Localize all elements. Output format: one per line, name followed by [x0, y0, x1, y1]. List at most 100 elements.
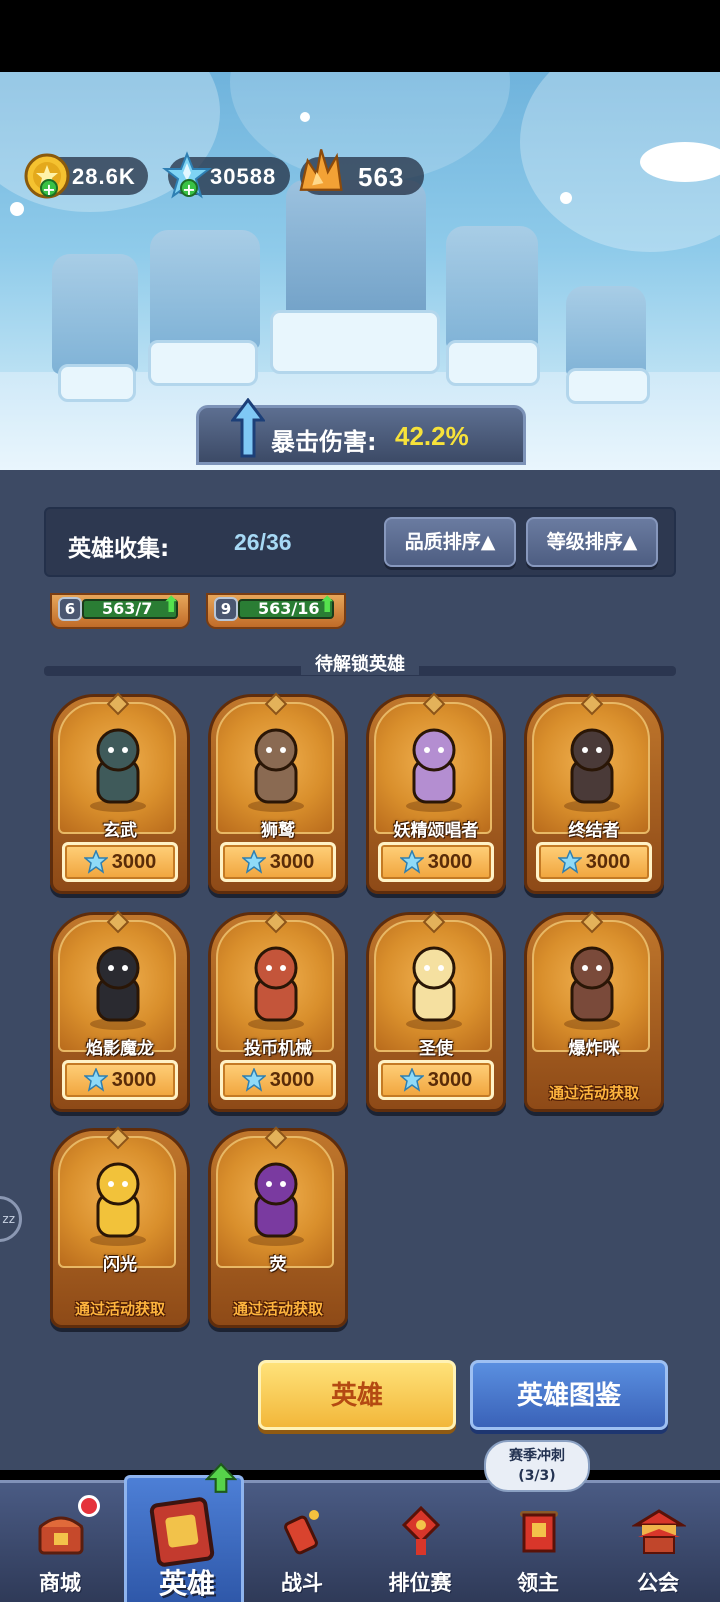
pagoda-icon [632, 1509, 686, 1554]
nav-guild[interactable]: 公会 [598, 1483, 718, 1602]
nav-shop[interactable]: 商城 [0, 1483, 120, 1602]
hero-screen: + 28.6K + 30588 563 暴击伤害: 42.2% 英雄收集: 26… [0, 0, 720, 1602]
hero-card[interactable]: 闪光 通过活动获取 [50, 1126, 190, 1328]
hero-name: 终结者 [568, 821, 620, 841]
status-bar [0, 0, 720, 72]
chinese-knot-icon [401, 1505, 441, 1555]
statue-griffin [150, 230, 260, 350]
hero-portrait-icon [564, 728, 620, 812]
hero-name: 荧 [269, 1255, 287, 1275]
statue-hooded [446, 226, 538, 350]
banner-scroll-icon [520, 1511, 558, 1553]
hero-level: 9 [214, 597, 238, 621]
unlock-price-value: 3000 [427, 1068, 473, 1091]
collection-count: 26/36 [234, 529, 292, 555]
hero-portrait-icon [406, 946, 462, 1030]
statue-robot [566, 286, 646, 378]
hero-portrait-icon [248, 946, 304, 1030]
sort-by-level-button[interactable]: 等级排序▲ [526, 517, 658, 567]
orange-shard-icon [299, 149, 343, 191]
unlock-price-value: 3000 [111, 850, 157, 873]
hero-portrait-icon [406, 728, 462, 812]
unlock-price-button[interactable]: 3000 [220, 842, 336, 882]
hero-name: 妖精颂唱者 [393, 821, 479, 841]
crit-damage-value: 42.2% [395, 421, 469, 451]
upgrade-arrow-icon [205, 1462, 237, 1493]
hero-card[interactable]: 荧通过活动获取 [208, 1126, 348, 1328]
unlock-price-button[interactable]: 3000 [378, 842, 494, 882]
unlock-price-value: 3000 [585, 850, 631, 873]
crystal-icon [241, 850, 266, 874]
add-crystal-icon[interactable]: + [180, 179, 198, 198]
season-sprint-bubble[interactable]: 赛季冲刺 (3/3) [484, 1440, 590, 1492]
nav-ranked-label: 排位赛 [388, 1571, 452, 1595]
hero-card[interactable]: 爆炸咪 通过活动获取 [524, 910, 664, 1112]
hero-card[interactable]: 妖精颂唱者 3000 [366, 692, 506, 894]
crystal-counter[interactable]: + 30588 [162, 151, 290, 199]
hero-level: 6 [58, 597, 82, 621]
owned-hero-card[interactable]: 9 563/16 ⬆ [206, 593, 346, 629]
hero-card[interactable]: 狮鹫 3000 [208, 692, 348, 894]
nav-shop-label: 商城 [39, 1571, 81, 1595]
unlock-price-button[interactable]: 3000 [536, 842, 652, 882]
unlock-price-button[interactable]: 3000 [220, 1060, 336, 1100]
hero-name: 爆炸咪 [568, 1039, 620, 1059]
heroes-button[interactable]: 英雄 [258, 1360, 456, 1430]
hero-portrait-icon [248, 728, 304, 812]
hero-portrait-icon [90, 1162, 146, 1246]
season-sprint-progress: (3/3) [518, 1468, 556, 1484]
nav-lord[interactable]: 领主 [478, 1483, 598, 1602]
up-arrow-icon [231, 398, 265, 458]
nav-heroes-label: 英雄 [158, 1567, 215, 1600]
hero-card[interactable]: 投币机械 3000 [208, 910, 348, 1112]
unlock-price-button[interactable]: 3000 [62, 1060, 178, 1100]
hero-portrait-icon [90, 946, 146, 1030]
hero-codex-button[interactable]: 英雄图鉴 [470, 1360, 668, 1430]
unlock-price-value: 3000 [269, 1068, 315, 1091]
unlock-price-button[interactable]: 3000 [378, 1060, 494, 1100]
unlock-price-value: 3000 [269, 850, 315, 873]
hero-name: 闪光 [103, 1255, 137, 1275]
upgrade-arrow-icon: ⬆ [318, 593, 337, 618]
shard-counter[interactable]: 563 [299, 149, 424, 195]
crit-damage-banner: 暴击伤害: 42.2% [196, 398, 526, 465]
upgrade-arrow-icon: ⬆ [162, 593, 181, 618]
hero-card[interactable]: 焰影魔龙 3000 [50, 910, 190, 1112]
event-unlock-label: 通过活动获取 [74, 1300, 165, 1318]
gold-counter[interactable]: + 28.6K [24, 153, 148, 199]
collection-bar: 英雄收集: 26/36 品质排序▲ 等级排序▲ [44, 507, 676, 577]
statue-dragon [286, 180, 426, 328]
unlock-price-button[interactable]: 3000 [62, 842, 178, 882]
nav-ranked[interactable]: 排位赛 [360, 1483, 480, 1602]
hero-card[interactable]: 玄武 3000 [50, 692, 190, 894]
nav-guild-label: 公会 [637, 1571, 679, 1595]
shard-value: 563 [358, 162, 405, 192]
crystal-icon [241, 1068, 266, 1092]
gold-value: 28.6K [72, 164, 136, 189]
collection-title: 英雄收集: [68, 536, 170, 562]
crystal-icon [399, 850, 424, 874]
hero-name: 玄武 [103, 821, 137, 841]
hero-portrait-icon [248, 1162, 304, 1246]
bottom-nav: 商城 英雄 战斗 排位赛 领主 公会 [0, 1462, 720, 1602]
crit-damage-label: 暴击伤害: [271, 428, 377, 456]
nav-battle-label: 战斗 [281, 1571, 323, 1595]
nav-battle[interactable]: 战斗 [242, 1483, 362, 1602]
notification-dot [78, 1495, 100, 1517]
event-unlock-label: 通过活动获取 [232, 1300, 323, 1318]
hero-name: 焰影魔龙 [86, 1039, 154, 1059]
owned-hero-card[interactable]: 6 563/7 ⬆ [50, 593, 190, 629]
season-sprint-label: 赛季冲刺 [509, 1448, 565, 1464]
hero-name: 圣使 [419, 1039, 453, 1059]
hero-name: 狮鹫 [261, 821, 295, 841]
nav-lord-label: 领主 [517, 1571, 559, 1595]
pending-heroes-title: 待解锁英雄 [0, 650, 720, 676]
hero-card[interactable]: 圣使 3000 [366, 910, 506, 1112]
nav-heroes[interactable]: 英雄 [124, 1462, 244, 1602]
hero-card[interactable]: 终结者 3000 [524, 692, 664, 894]
crystal-icon [83, 850, 108, 874]
add-gold-icon[interactable]: + [40, 179, 58, 198]
event-unlock-label: 通过活动获取 [548, 1084, 639, 1102]
sort-by-quality-button[interactable]: 品质排序▲ [384, 517, 516, 567]
firecracker-icon [284, 1510, 319, 1555]
